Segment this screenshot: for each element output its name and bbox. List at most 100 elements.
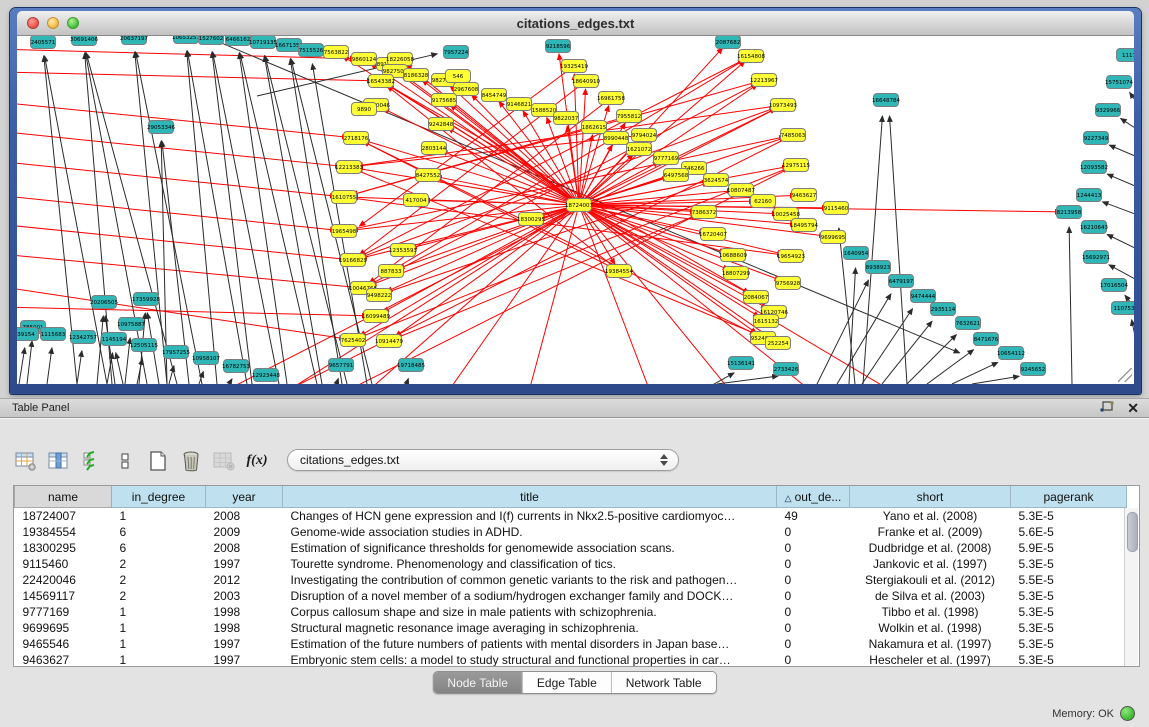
network-node[interactable]: 12093582: [1080, 161, 1108, 174]
network-node[interactable]: 9699695: [821, 231, 846, 244]
network-node[interactable]: 18495794: [790, 219, 818, 232]
network-node[interactable]: 9175685: [432, 94, 457, 107]
network-node[interactable]: 2935114: [931, 303, 956, 316]
network-node[interactable]: 10719135: [249, 36, 277, 49]
network-node[interactable]: 15751074: [1105, 76, 1133, 89]
network-node[interactable]: 19654923: [777, 250, 805, 263]
network-node[interactable]: 1965498: [332, 225, 357, 238]
network-node[interactable]: 18300295: [517, 213, 545, 226]
network-node[interactable]: 3624574: [704, 174, 729, 187]
table-row[interactable]: 1830029562008Estimation of significance …: [15, 540, 1127, 556]
network-node[interactable]: 6466162: [226, 36, 251, 46]
network-node[interactable]: 17359928: [132, 293, 160, 306]
network-node[interactable]: 10654112: [997, 347, 1025, 360]
table-row[interactable]: 1938455462009Genome-wide association stu…: [15, 524, 1127, 540]
create-table-icon[interactable]: [146, 450, 170, 472]
network-node[interactable]: 8990448: [604, 132, 629, 145]
network-node[interactable]: 16154808: [737, 50, 765, 63]
table-row[interactable]: 977716911998Corpus callosum shape and si…: [15, 604, 1127, 620]
table-row[interactable]: 911546021997Tourette syndrome. Phenomeno…: [15, 556, 1127, 572]
network-node[interactable]: 15136141: [727, 357, 755, 370]
network-node[interactable]: 12342757: [69, 331, 97, 344]
network-node[interactable]: 1610755: [332, 191, 357, 204]
network-node[interactable]: 15692971: [1082, 251, 1110, 264]
network-node[interactable]: 10973493: [769, 99, 797, 112]
network-node[interactable]: 9860124: [352, 53, 377, 66]
table-body[interactable]: 1872400712008Changes of HCN gene express…: [15, 508, 1127, 668]
table-row[interactable]: 1872400712008Changes of HCN gene express…: [15, 508, 1127, 525]
minimize-window-icon[interactable]: [47, 17, 59, 29]
row-height-icon[interactable]: [113, 450, 137, 472]
network-node[interactable]: 7625402: [341, 334, 366, 347]
network-node[interactable]: 16648784: [872, 94, 900, 107]
network-node[interactable]: 16543382: [367, 75, 395, 88]
network-node[interactable]: 8213958: [1057, 206, 1082, 219]
network-node[interactable]: 9242848: [429, 118, 454, 131]
network-node[interactable]: 7955812: [617, 110, 642, 123]
network-node[interactable]: 29053346: [147, 121, 175, 134]
network-node[interactable]: 18640910: [572, 75, 600, 88]
network-node[interactable]: 9777169: [654, 152, 679, 165]
table-row[interactable]: 946362711997Embryonic stem cells: a mode…: [15, 652, 1127, 667]
network-node[interactable]: 12213967: [750, 74, 778, 87]
network-node[interactable]: 9890: [352, 103, 377, 116]
network-node[interactable]: 1621072: [627, 143, 652, 156]
network-node[interactable]: 9329966: [1096, 104, 1121, 117]
network-node[interactable]: 1615132: [754, 315, 779, 328]
network-node[interactable]: 9115460: [824, 202, 849, 215]
column-header-out_de[interactable]: △out_de...: [777, 486, 850, 508]
network-node[interactable]: 1588520: [532, 104, 557, 117]
tab-node-table[interactable]: Node Table: [433, 672, 523, 693]
column-header-short[interactable]: short: [850, 486, 1011, 508]
network-node[interactable]: 546: [446, 70, 471, 83]
network-node[interactable]: 1117: [1117, 49, 1135, 62]
network-node[interactable]: 10807487: [727, 184, 755, 197]
column-header-pagerank[interactable]: pagerank: [1011, 486, 1127, 508]
network-node[interactable]: 9657791: [329, 359, 354, 372]
network-node[interactable]: 9794024: [632, 129, 657, 142]
citation-network-graph[interactable]: 1872400718300295756382298601248912954182…: [17, 36, 1134, 384]
network-node[interactable]: 16099489: [362, 310, 390, 323]
network-node[interactable]: 17016504: [1100, 279, 1128, 292]
table-settings-icon[interactable]: [14, 450, 38, 472]
network-node[interactable]: 8938923: [866, 261, 891, 274]
network-node[interactable]: 7485063: [781, 129, 806, 142]
table-row[interactable]: 1456911722003Disruption of a novel membe…: [15, 588, 1127, 604]
network-node[interactable]: 12923448: [252, 369, 280, 382]
network-node[interactable]: 2718176: [344, 132, 369, 145]
network-node[interactable]: 19325419: [560, 60, 588, 73]
network-node[interactable]: 6497568: [664, 169, 689, 182]
network-node[interactable]: 39154: [17, 328, 39, 341]
network-node[interactable]: 10653257: [172, 36, 200, 44]
network-node[interactable]: 9463627: [792, 189, 817, 202]
network-node[interactable]: 7957224: [444, 46, 469, 59]
network-node[interactable]: 16782753: [222, 360, 250, 373]
network-node[interactable]: 417004: [404, 194, 429, 207]
network-node[interactable]: 10914479: [375, 335, 403, 348]
network-node[interactable]: 9227349: [1084, 132, 1109, 145]
network-node[interactable]: 6479197: [889, 275, 914, 288]
float-window-icon[interactable]: [1099, 401, 1115, 415]
node-table[interactable]: namein_degreeyeartitle△out_de...shortpag…: [13, 485, 1140, 667]
close-panel-icon[interactable]: ✕: [1127, 401, 1139, 415]
network-node[interactable]: 12975115: [782, 159, 810, 172]
memory-ok-icon[interactable]: [1120, 706, 1135, 721]
tab-edge-table[interactable]: Edge Table: [523, 672, 612, 693]
network-node[interactable]: 18724007: [565, 199, 593, 212]
show-hide-columns-icon[interactable]: [47, 450, 71, 472]
network-node[interactable]: 2733426: [774, 363, 799, 376]
network-node[interactable]: 8186328: [404, 69, 429, 82]
network-node[interactable]: 110753: [1112, 302, 1135, 315]
network-node[interactable]: 30691406: [70, 36, 98, 46]
network-node[interactable]: 18226058: [386, 53, 414, 66]
network-node[interactable]: 8471676: [974, 333, 999, 346]
network-node[interactable]: 19384554: [605, 265, 633, 278]
resize-grip-icon[interactable]: [1118, 368, 1132, 382]
network-node[interactable]: 2084067: [744, 291, 769, 304]
network-node[interactable]: 1640954: [844, 247, 869, 260]
network-node[interactable]: 9756928: [776, 277, 801, 290]
network-node[interactable]: 20637197: [120, 36, 148, 45]
network-node[interactable]: 16961758: [597, 92, 625, 105]
network-node[interactable]: 12353593: [389, 244, 417, 257]
vertical-scrollbar[interactable]: [1124, 508, 1138, 666]
